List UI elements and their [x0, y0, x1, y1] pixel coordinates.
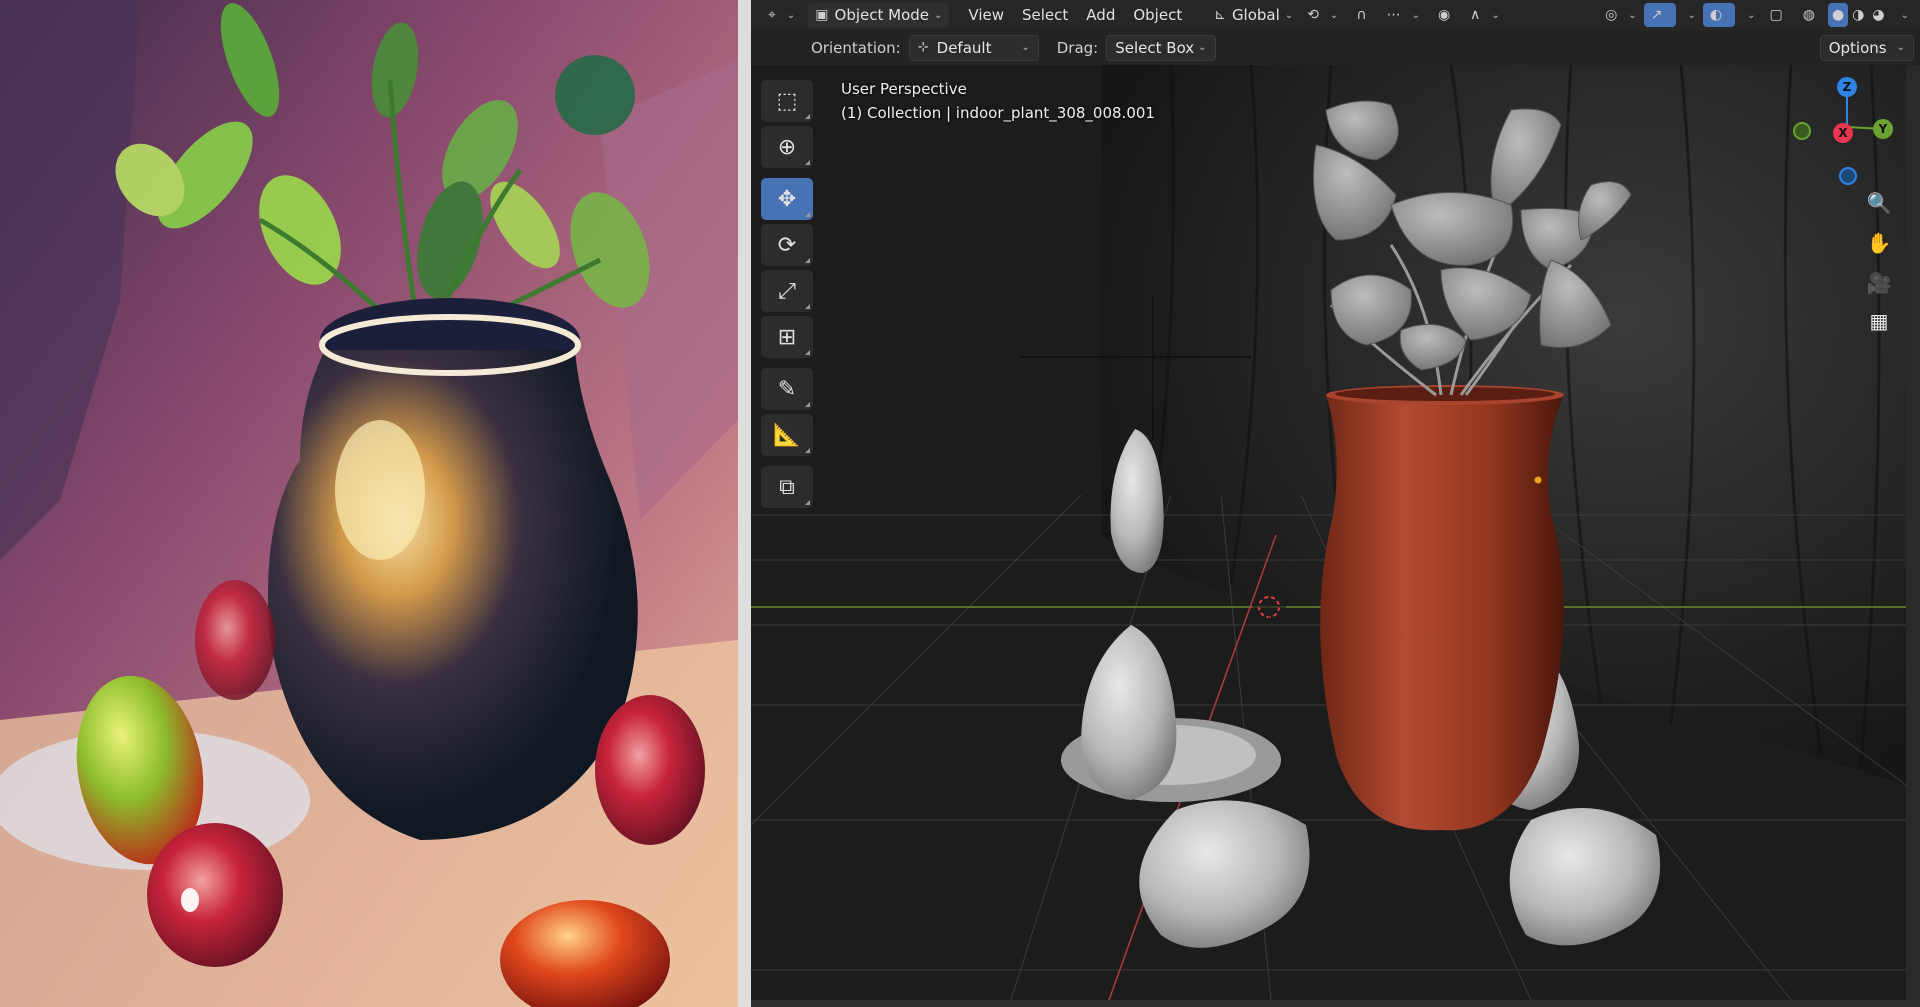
falloff-dropdown[interactable]: ∧ ⌄ — [1463, 3, 1507, 27]
zoom-icon[interactable]: 🔍 — [1863, 187, 1895, 219]
gizmo-y-axis[interactable]: Y — [1873, 119, 1893, 139]
reference-painting — [0, 0, 738, 1007]
menu-view[interactable]: View — [959, 3, 1013, 27]
visibility-dropdown[interactable]: ◎ ⌄ — [1598, 3, 1644, 27]
panel-divider[interactable] — [738, 0, 751, 1007]
blender-window: ⌖ ⌄ ▣ Object Mode ⌄ View Select Add Objec… — [751, 0, 1920, 1007]
orientation-axes-icon: ⊾ — [1214, 7, 1226, 23]
add-cube-icon: ⧉ — [779, 474, 795, 500]
pivot-icon: ⟲ — [1307, 7, 1319, 23]
annotate-tool[interactable]: ✎ — [761, 368, 813, 410]
scale-icon: ⤢ — [778, 278, 796, 304]
options-dropdown[interactable]: Options ⌄ — [1819, 34, 1914, 61]
cursor-crosshair-icon: ⊕ — [777, 134, 797, 160]
orientation-default-icon: ⊹ — [917, 40, 929, 55]
camera-icon[interactable]: 🎥 — [1863, 267, 1895, 299]
tool-settings-bar: Orientation: ⊹ Default ⌄ Drag: Select Bo… — [751, 30, 1920, 65]
shading-rendered[interactable]: ◕ — [1868, 3, 1888, 27]
snap-target-dropdown[interactable]: ⋯ ⌄ — [1380, 3, 1427, 27]
orientation-label: Orientation: — [811, 38, 901, 57]
measure-tool[interactable]: 📐 — [761, 414, 813, 456]
view-name-text: User Perspective — [841, 80, 967, 98]
gizmo-toggle[interactable]: ↗ — [1643, 3, 1676, 27]
options-label: Options — [1828, 38, 1887, 57]
shading-solid[interactable]: ● — [1827, 3, 1849, 27]
orientation-dropdown[interactable]: ⊹ Default ⌄ — [908, 34, 1039, 61]
3d-viewport[interactable]: User Perspective (1) Collection | indoor… — [751, 65, 1906, 1000]
collection-info-text: (1) Collection | indoor_plant_308_008.00… — [841, 104, 1155, 122]
xray-toggle[interactable]: ▢ — [1763, 3, 1796, 27]
move-tool[interactable]: ✥ — [761, 178, 813, 220]
proportional-icon: ◉ — [1437, 7, 1451, 23]
drag-dropdown[interactable]: Select Box ⌄ — [1106, 34, 1216, 61]
magnet-icon: ∩ — [1356, 7, 1367, 23]
editor-type-icon: ⌖ — [768, 7, 776, 23]
drag-value: Select Box — [1115, 38, 1195, 57]
eye-icon: ◎ — [1605, 7, 1618, 23]
shading-wireframe[interactable]: ◍ — [1796, 3, 1828, 27]
wireframe-sphere-icon: ◍ — [1802, 7, 1815, 23]
object-mode-icon: ▣ — [815, 7, 829, 23]
scale-tool[interactable]: ⤢ — [761, 270, 813, 312]
transform-label: Global — [1231, 6, 1280, 24]
navigation-gizmo: Z X Y 🔍 ✋ 🎥 ▦ — [1771, 77, 1901, 337]
menu-add[interactable]: Add — [1077, 3, 1124, 27]
gizmo-neg-y-axis[interactable] — [1793, 122, 1811, 140]
ruler-icon: 📐 — [773, 422, 801, 448]
gizmo-neg-z-axis[interactable] — [1839, 167, 1857, 185]
transform-icon: ⊞ — [777, 324, 797, 350]
pivot-dropdown[interactable]: ⟲ ⌄ — [1300, 3, 1345, 27]
snap-increment-icon: ⋯ — [1386, 7, 1401, 23]
falloff-curve-icon: ∧ — [1470, 7, 1481, 23]
gizmo-z-axis[interactable]: Z — [1837, 77, 1857, 97]
overlay-toggle[interactable]: ◐ — [1702, 3, 1736, 27]
rotate-icon: ⟳ — [777, 232, 797, 258]
editor-type-button[interactable]: ⌖ ⌄ — [761, 3, 802, 27]
rotate-tool[interactable]: ⟳ — [761, 224, 813, 266]
orientation-value: Default — [936, 38, 992, 57]
menu-select[interactable]: Select — [1013, 3, 1077, 27]
mode-dropdown[interactable]: ▣ Object Mode ⌄ — [808, 3, 950, 27]
viewport-info-overlay: User Perspective (1) Collection | indoor… — [841, 77, 1155, 125]
pan-hand-icon[interactable]: ✋ — [1863, 227, 1895, 259]
perspective-grid-icon[interactable]: ▦ — [1863, 305, 1895, 337]
add-cube-tool[interactable]: ⧉ — [761, 466, 813, 508]
mode-label: Object Mode — [834, 6, 930, 24]
material-sphere-icon: ◑ — [1852, 7, 1865, 23]
rendered-sphere-icon: ◕ — [1872, 7, 1885, 23]
tool-shelf: ⬚ ⊕ ✥ ⟳ ⤢ ⊞ ✎ 📐 ⧉ — [761, 80, 817, 512]
transform-tool[interactable]: ⊞ — [761, 316, 813, 358]
shading-dropdown[interactable]: ⌄ — [1889, 3, 1916, 27]
gizmo-dropdown[interactable]: ⌄ — [1676, 3, 1703, 27]
proportional-edit-toggle[interactable]: ◉ — [1431, 3, 1463, 27]
snap-toggle[interactable]: ∩ — [1349, 3, 1379, 27]
drag-label: Drag: — [1056, 38, 1099, 57]
solid-sphere-icon: ● — [1831, 7, 1845, 23]
sidebar-toggle-strip[interactable] — [1906, 65, 1920, 1000]
viewport-header: ⌖ ⌄ ▣ Object Mode ⌄ View Select Add Objec… — [751, 0, 1920, 30]
menu-object[interactable]: Object — [1124, 3, 1191, 27]
gizmo-x-axis[interactable]: X — [1833, 123, 1853, 143]
viewport-scene — [751, 65, 1906, 1000]
select-box-tool[interactable]: ⬚ — [761, 80, 813, 122]
xray-icon: ▢ — [1769, 7, 1783, 23]
screen: ⌖ ⌄ ▣ Object Mode ⌄ View Select Add Objec… — [0, 0, 1920, 1007]
select-cursor-icon: ⬚ — [776, 88, 798, 114]
move-arrows-icon: ✥ — [777, 186, 797, 212]
status-bar — [751, 1000, 1920, 1007]
shading-material[interactable]: ◑ — [1848, 3, 1868, 27]
gizmo-icon: ↗ — [1650, 7, 1663, 23]
cursor-tool[interactable]: ⊕ — [761, 126, 813, 168]
transform-orientation-dropdown[interactable]: ⊾ Global ⌄ — [1207, 3, 1300, 27]
overlay-dropdown[interactable]: ⌄ — [1735, 3, 1762, 27]
overlay-icon: ◐ — [1709, 7, 1723, 23]
pencil-icon: ✎ — [777, 376, 797, 402]
